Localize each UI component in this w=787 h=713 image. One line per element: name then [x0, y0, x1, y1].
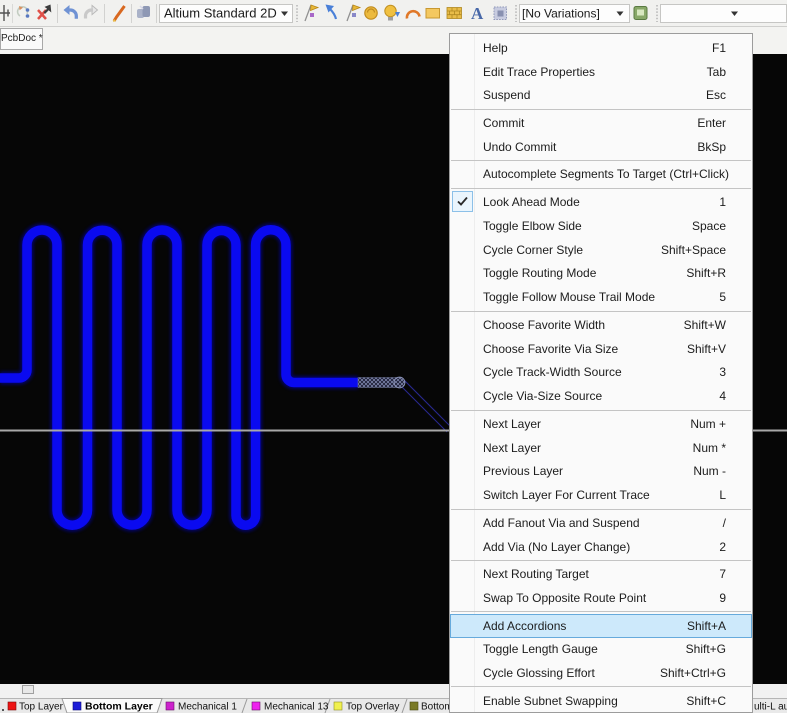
svg-text:[No Variations]: [No Variations]	[522, 7, 600, 21]
svg-text:ulti-L au: ulti-L au	[754, 702, 787, 713]
svg-text:Mechanical 13: Mechanical 13	[264, 702, 329, 713]
svg-text:A: A	[471, 4, 484, 23]
svg-text:Bottom Layer: Bottom Layer	[85, 701, 153, 713]
svg-text:Top Layer: Top Layer	[19, 702, 64, 713]
svg-text:Altium Standard 2D: Altium Standard 2D	[164, 6, 277, 21]
svg-text:Top Overlay: Top Overlay	[346, 702, 399, 713]
svg-text:Mechanical 1: Mechanical 1	[178, 702, 237, 713]
